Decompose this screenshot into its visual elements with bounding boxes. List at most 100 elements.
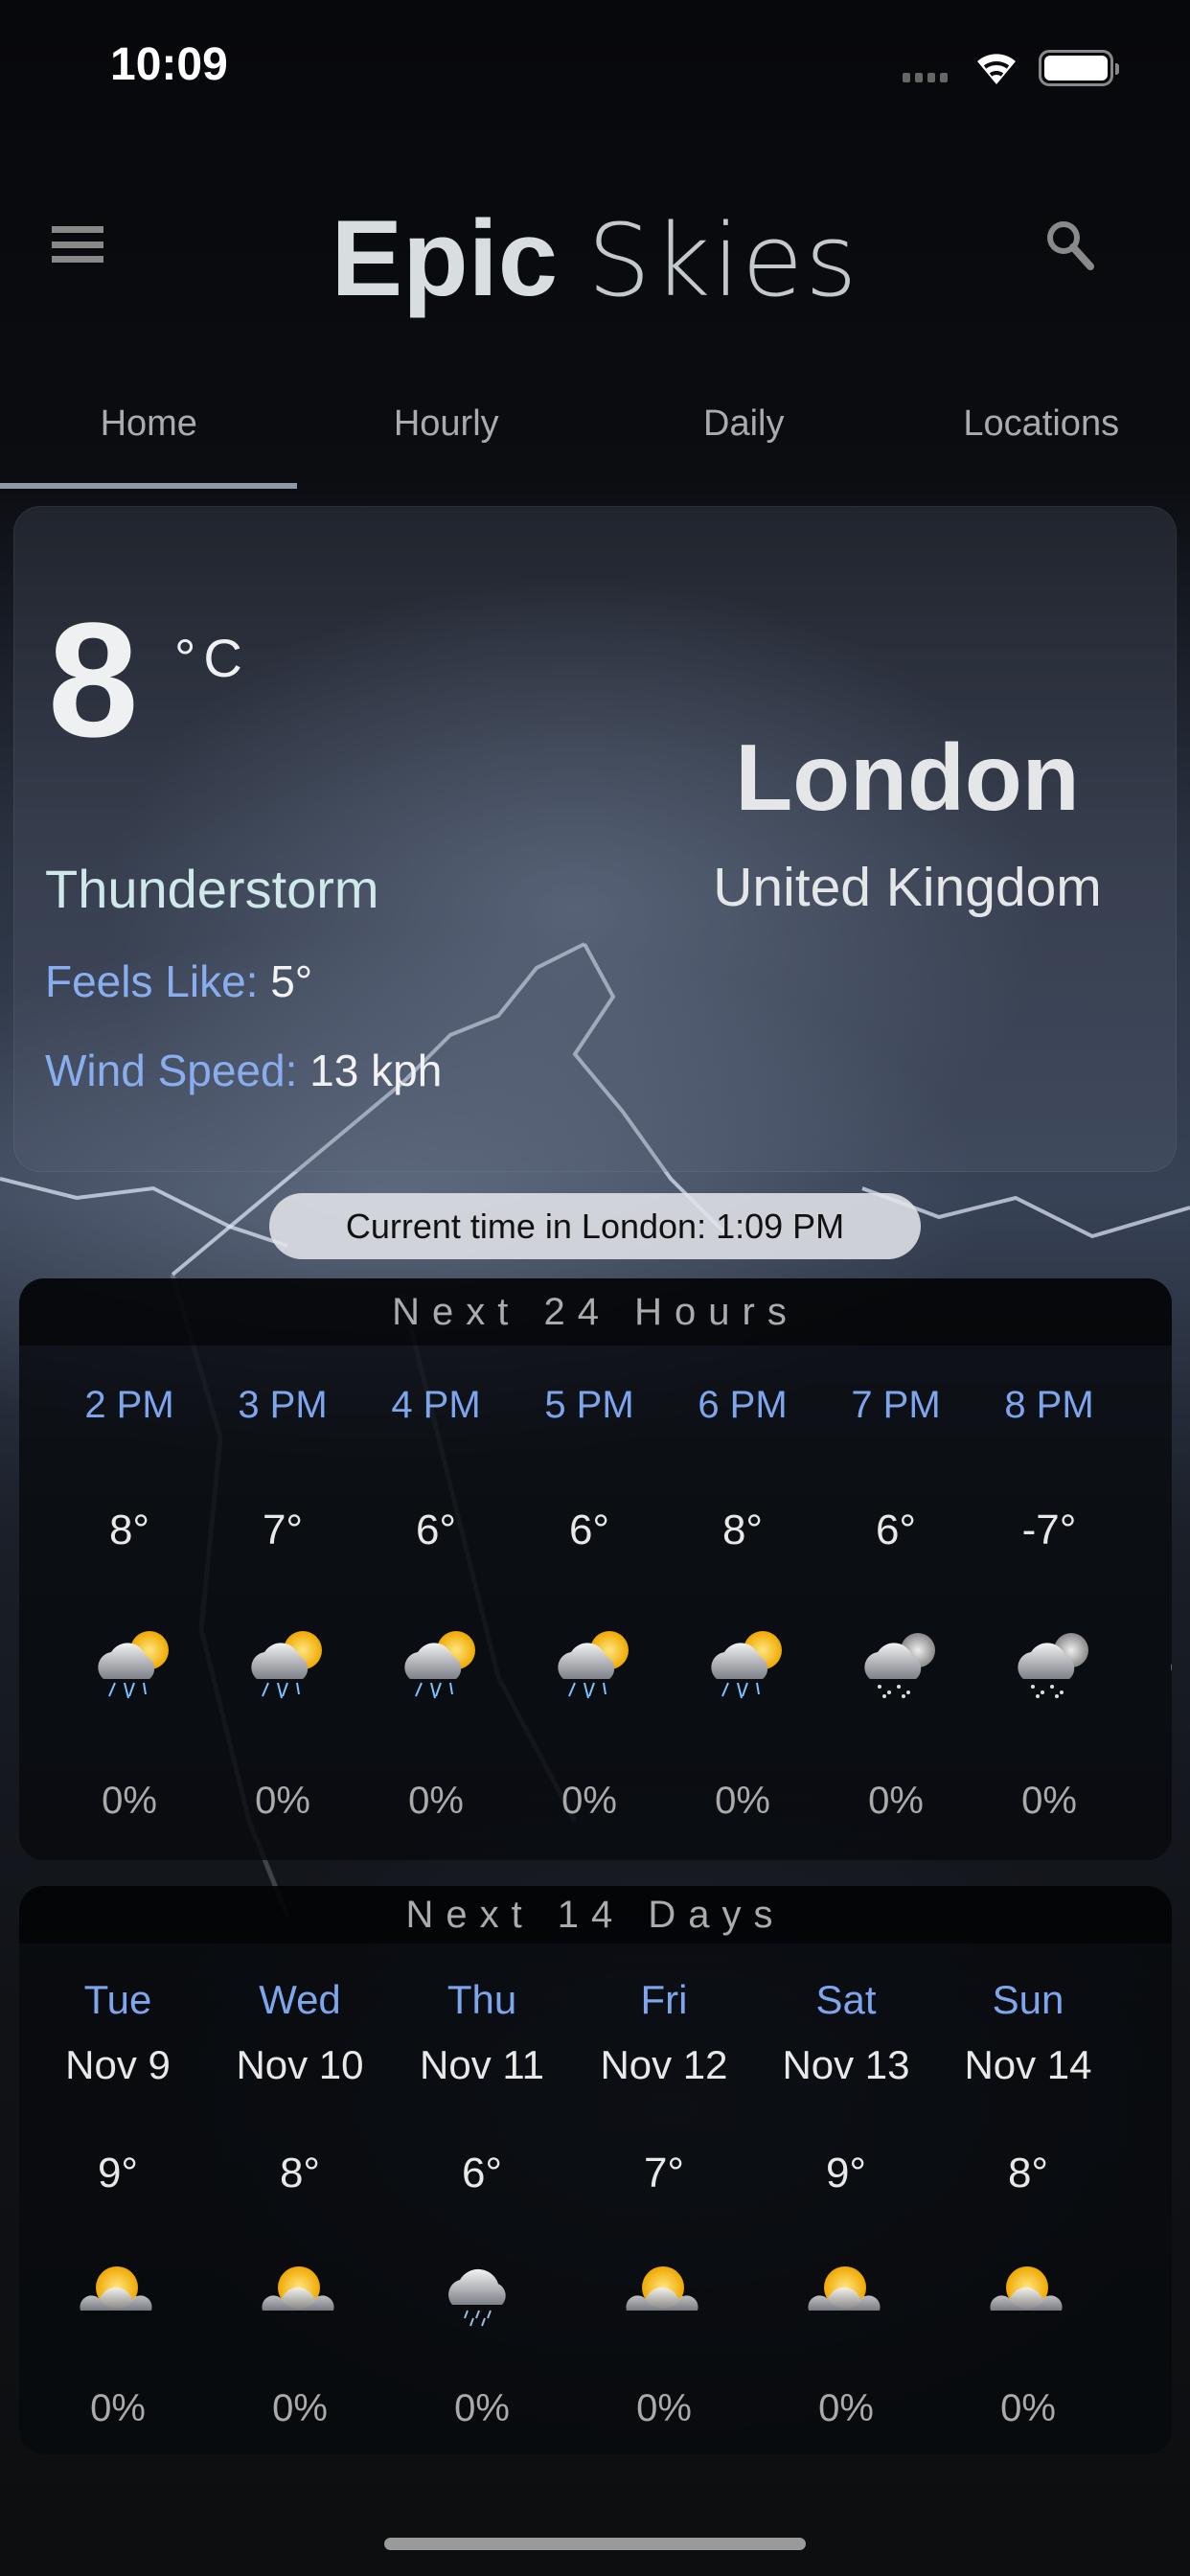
day-date: Nov 13 [782,2042,910,2087]
app-title: Epic Skies [0,196,1190,320]
snow-night-icon [1171,1633,1172,1698]
hour-temp: 8° [108,1506,150,1553]
hour-temp: 6° [415,1506,457,1553]
daily-item: N [1119,1886,1172,2451]
hour-precip: 0% [102,1780,157,1822]
day-name: Fri [640,1977,688,2022]
hour-precip: 0% [408,1780,464,1822]
signal-icon [903,73,948,82]
title-bold: Epic [331,198,559,318]
city-name: London [735,724,1080,830]
status-time: 10:09 [110,39,228,90]
hourly-item: 8 PM -7° 0% [973,1278,1126,1853]
wind-value: 13 kph [309,1046,443,1095]
tab-daily[interactable]: Daily [595,393,893,485]
thunderstorm-day-icon [403,1630,476,1699]
current-time-badge: Current time in London: 1:09 PM [269,1193,921,1259]
day-precip: 0% [454,2387,510,2429]
daily-scroll[interactable]: Tue Nov 9 9° 0% Wed Nov 10 8° 0% Thu Nov 1… [19,1886,1172,2451]
title-light: Skies [587,202,859,319]
partly-cloudy-icon [990,2266,1063,2311]
hourly-item: 5 PM 6° 0% [513,1278,666,1853]
temp-unit: °C [174,628,250,688]
hour-precip: 0% [715,1780,770,1822]
feels-like-value: 5° [270,956,313,1006]
thunderstorm-day-icon [557,1630,629,1699]
feels-like: Feels Like: 5° [45,955,312,1007]
day-date: Nov 10 [236,2042,364,2087]
day-temp: 8° [1007,2150,1049,2196]
hour-temp: 6° [568,1506,610,1553]
day-name: Wed [259,1977,341,2022]
snow-night-icon [864,1633,935,1698]
day-precip: 0% [818,2387,874,2429]
current-temp: 8 [48,589,139,771]
rain-cloud-icon [447,2267,507,2327]
hour-label: 4 PM [391,1384,481,1426]
day-temp: 6° [461,2150,503,2196]
snow-night-icon [1018,1633,1088,1698]
day-precip: 0% [272,2387,328,2429]
hour-precip: 0% [255,1780,310,1822]
daily-item: Fri Nov 12 7° 0% [573,1886,755,2451]
battery-icon [1039,50,1119,86]
day-name: Sun [992,1977,1064,2022]
search-icon [1047,221,1094,270]
hour-label: 5 PM [544,1384,634,1426]
thunderstorm-day-icon [97,1630,170,1699]
day-date: N [1119,2042,1172,2088]
hourly-item: 9 [1126,1278,1172,1853]
daily-item: Thu Nov 11 6° 0% [391,1886,573,2451]
tab-locations[interactable]: Locations [893,393,1190,485]
hourly-forecast-card: Next 24 Hours 2 PM 8° 0% 3 PM 7° 0% 4 PM 6… [19,1278,1172,1860]
tab-home[interactable]: Home [0,393,298,485]
hour-label: 7 PM [851,1384,941,1426]
home-indicator[interactable] [384,2538,806,2550]
day-precip: 0% [636,2387,692,2429]
thunderstorm-day-icon [250,1630,323,1699]
active-tab-indicator [0,483,297,489]
search-button[interactable] [1042,217,1100,279]
day-date: Nov 14 [964,2042,1092,2087]
hour-label: 8 PM [1004,1384,1094,1426]
day-temp: 9° [825,2150,867,2196]
hour-precip: 0% [868,1780,924,1822]
feels-like-label: Feels Like: [45,956,259,1006]
hour-temp: 7° [262,1506,304,1553]
condition: Thunderstorm [45,859,379,919]
hourly-item: 7 PM 6° 0% [819,1278,973,1853]
country-name: United Kingdom [713,857,1102,918]
partly-cloudy-icon [262,2266,334,2311]
hourly-item: 2 PM 8° 0% [53,1278,206,1853]
day-date: Nov 9 [65,2042,171,2087]
day-temp: 7° [643,2150,685,2196]
day-name: Sat [815,1977,877,2022]
day-date: Nov 12 [600,2042,728,2087]
day-precip: 0% [1000,2387,1056,2429]
day-name: Thu [446,1977,517,2022]
daily-item: Wed Nov 10 8° 0% [209,1886,391,2451]
wind-label: Wind Speed: [45,1046,298,1095]
day-date: Nov 11 [420,2042,544,2087]
daily-forecast-card: Next 14 Days Tue Nov 9 9° 0% Wed Nov 10 8… [19,1886,1172,2454]
hour-label: 9 [1126,1384,1172,1427]
wifi-icon [973,46,1019,91]
thunderstorm-day-icon [710,1630,783,1699]
partly-cloudy-icon [80,2266,152,2311]
hour-precip: 0% [561,1780,617,1822]
daily-item: Sat Nov 13 9° 0% [755,1886,937,2451]
hourly-item: 3 PM 7° 0% [206,1278,359,1853]
daily-item: Sun Nov 14 8° 0% [937,1886,1119,2451]
tab-hourly[interactable]: Hourly [298,393,596,485]
hour-temp: -7° [1021,1506,1077,1553]
hour-temp: 8° [721,1506,764,1553]
hourly-scroll[interactable]: 2 PM 8° 0% 3 PM 7° 0% 4 PM 6° 0% 5 PM 6° 0%… [19,1278,1172,1853]
partly-cloudy-icon [626,2266,698,2311]
hour-temp: 6° [875,1506,917,1553]
day-precip: 0% [90,2387,146,2429]
day-temp: 9° [97,2150,139,2196]
hour-label: 6 PM [698,1384,788,1426]
hour-label: 3 PM [238,1384,328,1426]
hour-label: 2 PM [84,1384,174,1426]
hour-precip: 0% [1021,1780,1077,1822]
